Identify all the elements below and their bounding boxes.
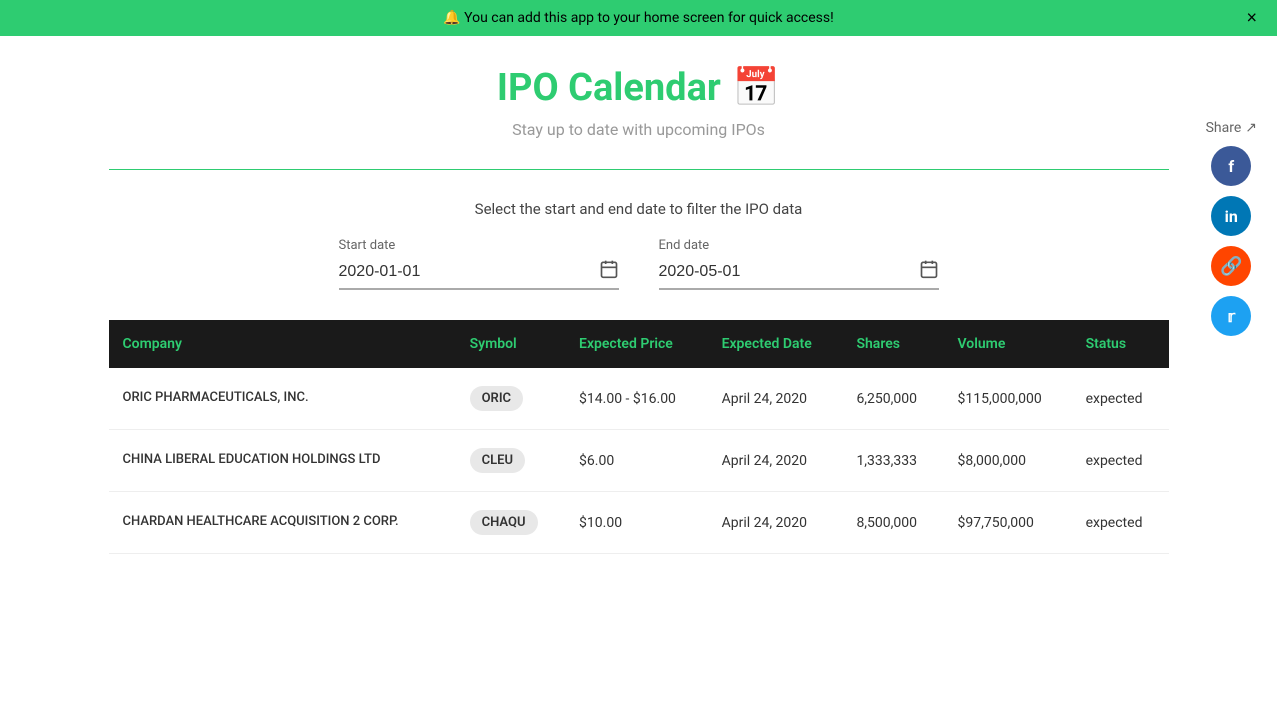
date-filter-label: Select the start and end date to filter … [109,200,1169,218]
col-symbol: Symbol [456,320,565,368]
calendar-emoji-icon: 📅 [733,66,780,110]
cell-volume-0: $115,000,000 [944,368,1072,430]
cell-company-1: CHINA LIBERAL EDUCATION HOLDINGS LTD [109,430,456,492]
share-facebook-button[interactable]: f [1211,146,1251,186]
notification-banner: 🔔 You can add this app to your home scre… [0,0,1277,36]
share-reddit-button[interactable]: 🔗 [1211,246,1251,286]
start-date-input-wrapper [339,259,619,290]
end-date-input[interactable] [659,263,919,281]
col-expected-date: Expected Date [708,320,843,368]
divider [109,169,1169,170]
notification-text: 🔔 You can add this app to your home scre… [443,10,834,26]
cell-date-2: April 24, 2020 [708,492,843,554]
cell-status-2: expected [1072,492,1169,554]
date-inputs-container: Start date End date [109,238,1169,290]
main-content: IPO Calendar 📅 Stay up to date with upco… [89,36,1189,584]
start-date-field: Start date [339,238,619,290]
end-date-input-wrapper [659,259,939,290]
cell-symbol-1: CLEU [456,430,565,492]
cell-shares-2: 8,500,000 [842,492,943,554]
table-header: Company Symbol Expected Price Expected D… [109,320,1169,368]
start-date-input[interactable] [339,263,599,281]
end-date-calendar-icon[interactable] [919,259,939,284]
page-title-container: IPO Calendar 📅 [109,66,1169,110]
cell-price-2: $10.00 [565,492,708,554]
table-row: CHARDAN HEALTHCARE ACQUISITION 2 CORP. C… [109,492,1169,554]
cell-price-0: $14.00 - $16.00 [565,368,708,430]
share-icon: ↗ [1245,120,1257,136]
cell-volume-1: $8,000,000 [944,430,1072,492]
share-sidebar: Share ↗ f in 🔗 𝕣 [1206,120,1257,336]
share-twitter-button[interactable]: 𝕣 [1211,296,1251,336]
page-title: IPO Calendar [497,66,721,110]
cell-price-1: $6.00 [565,430,708,492]
end-date-field: End date [659,238,939,290]
cell-shares-0: 6,250,000 [842,368,943,430]
date-filter-section: Select the start and end date to filter … [109,200,1169,290]
start-date-calendar-icon[interactable] [599,259,619,284]
col-shares: Shares [842,320,943,368]
start-date-label: Start date [339,238,396,253]
cell-symbol-2: CHAQU [456,492,565,554]
cell-symbol-0: ORIC [456,368,565,430]
col-company: Company [109,320,456,368]
cell-date-1: April 24, 2020 [708,430,843,492]
cell-date-0: April 24, 2020 [708,368,843,430]
col-volume: Volume [944,320,1072,368]
col-status: Status [1072,320,1169,368]
table-header-row: Company Symbol Expected Price Expected D… [109,320,1169,368]
cell-company-0: ORIC PHARMACEUTICALS, INC. [109,368,456,430]
cell-company-2: CHARDAN HEALTHCARE ACQUISITION 2 CORP. [109,492,456,554]
table-row: ORIC PHARMACEUTICALS, INC. ORIC $14.00 -… [109,368,1169,430]
cell-shares-1: 1,333,333 [842,430,943,492]
ipo-table: Company Symbol Expected Price Expected D… [109,320,1169,554]
share-label: Share ↗ [1206,120,1257,136]
end-date-label: End date [659,238,710,253]
table-body: ORIC PHARMACEUTICALS, INC. ORIC $14.00 -… [109,368,1169,554]
cell-status-0: expected [1072,368,1169,430]
share-linkedin-button[interactable]: in [1211,196,1251,236]
table-row: CHINA LIBERAL EDUCATION HOLDINGS LTD CLE… [109,430,1169,492]
col-expected-price: Expected Price [565,320,708,368]
cell-volume-2: $97,750,000 [944,492,1072,554]
cell-status-1: expected [1072,430,1169,492]
page-subtitle: Stay up to date with upcoming IPOs [109,120,1169,139]
notification-close-button[interactable]: × [1246,8,1257,29]
